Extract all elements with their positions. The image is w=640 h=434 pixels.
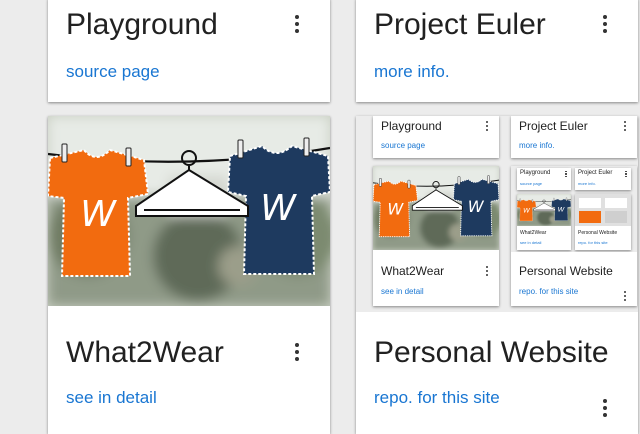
nested-card-project-euler: Project Euler more info. [575, 168, 631, 190]
preview-card-link: see in detail [381, 287, 424, 296]
preview-card-title: What2Wear [381, 264, 445, 278]
source-page-link[interactable]: source page [66, 62, 160, 82]
nested-card-link: see in detail [520, 240, 542, 245]
preview-card-what2wear: What2Wear see in detail [373, 166, 499, 306]
repo-link[interactable]: repo. for this site [374, 388, 500, 408]
more-vert-icon[interactable] [290, 340, 304, 364]
more-vert-icon [621, 290, 629, 302]
what2wear-banner-image [373, 166, 499, 250]
preview-card-playground: Playground source page [373, 116, 499, 158]
nested-card-link: more info. [578, 181, 596, 186]
card-what2wear: What2Wear see in detail [48, 116, 330, 434]
what2wear-banner-image [48, 116, 330, 306]
preview-card-title: Project Euler [519, 119, 588, 133]
more-vert-icon [483, 120, 491, 132]
what2wear-banner-image [517, 194, 571, 226]
nested-card-link: repo. for this site [578, 240, 608, 245]
card-title: Project Euler [374, 8, 546, 41]
card-project-euler: Project Euler more info. [356, 0, 638, 102]
preview-card-title: Playground [381, 119, 442, 133]
nested-card-what2wear: What2Wear see in detail [517, 194, 571, 250]
more-vert-icon[interactable] [290, 12, 304, 36]
preview-card-link: repo. for this site [519, 287, 579, 296]
preview-card-link: more info. [519, 141, 555, 150]
nested-card-title: Personal Website [578, 230, 618, 236]
nested-preview-image: Playground source page Project Euler mor… [511, 166, 637, 252]
nested-card-personal-website: Personal Website repo. for this site [575, 194, 631, 250]
more-vert-icon [563, 170, 569, 178]
card-playground: Playground source page [48, 0, 330, 102]
nested-site-thumbnail [575, 194, 631, 226]
preview-card-title: Personal Website [519, 264, 613, 278]
site-preview-image: Playground source page Project Euler mor… [356, 116, 638, 312]
nested-card-playground: Playground source page [517, 168, 571, 190]
nested-card-title: Project Euler [578, 170, 613, 176]
see-in-detail-link[interactable]: see in detail [66, 388, 157, 408]
preview-card-personal-website: Playground source page Project Euler mor… [511, 166, 637, 306]
more-vert-icon[interactable] [598, 396, 612, 420]
preview-card-link: source page [381, 141, 426, 150]
card-title: What2Wear [66, 336, 224, 369]
nested-card-title: Playground [520, 170, 551, 176]
more-vert-icon [483, 265, 491, 277]
nested-card-title: What2Wear [520, 230, 547, 236]
card-title: Personal Website [374, 336, 609, 369]
more-vert-icon [621, 120, 629, 132]
card-personal-website: Playground source page Project Euler mor… [356, 116, 638, 434]
more-vert-icon[interactable] [598, 12, 612, 36]
card-title: Playground [66, 8, 218, 41]
more-vert-icon [623, 170, 629, 178]
nested-card-link: source page [520, 181, 543, 186]
preview-card-project-euler: Project Euler more info. [511, 116, 637, 158]
more-info-link[interactable]: more info. [374, 62, 450, 82]
